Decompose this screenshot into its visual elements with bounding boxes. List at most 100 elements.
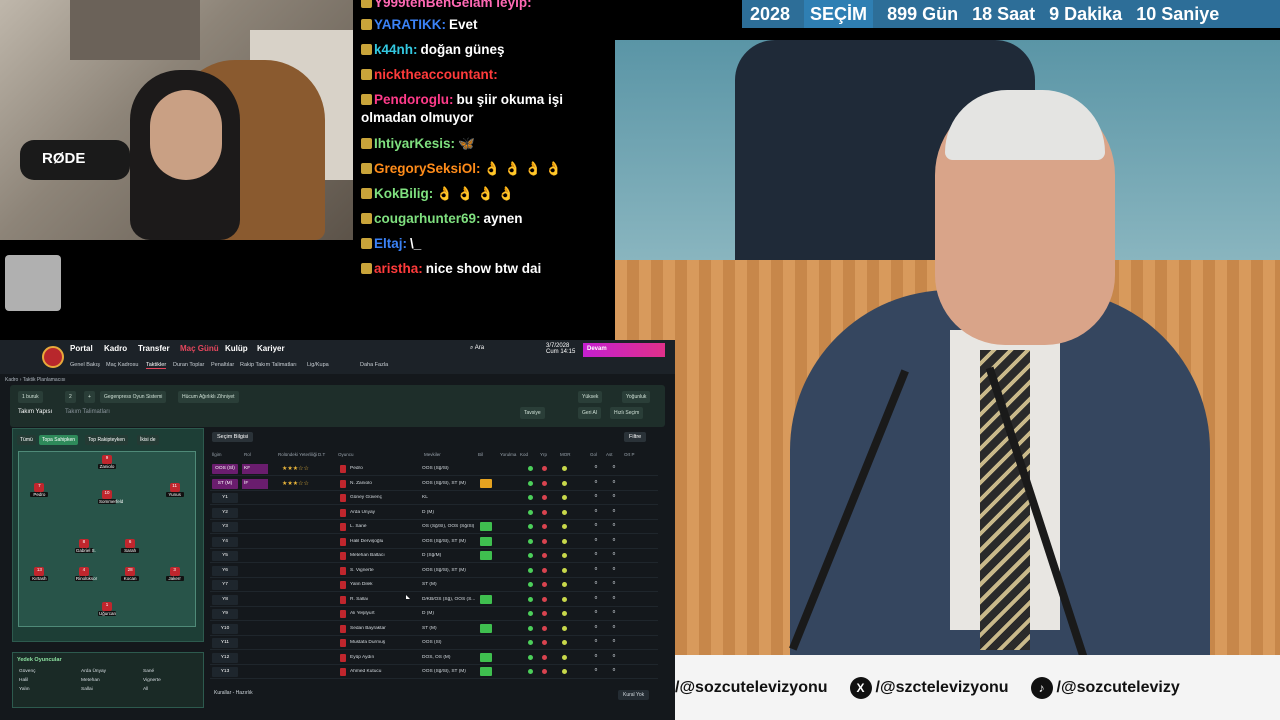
table-row[interactable]: Y4 Halil Dervişoğlu OOS (Sğ/Sl), ST (M) 0 0 [210, 535, 658, 549]
column-header[interactable]: Rol [244, 452, 251, 457]
tactic-pill[interactable]: 2 [65, 391, 76, 403]
table-row[interactable]: Y8 R. Sallai D/KB/OS (Sğ), OOS (S... 0 0 [210, 593, 658, 607]
subnav-item[interactable]: Lig/Kupa [307, 362, 329, 368]
pitch-player[interactable]: 9 Zaniolo [98, 454, 116, 469]
table-row[interactable]: Y6 S. Vignerte OOS (Sğ/Sl), ST (M) 0 0 [210, 564, 658, 578]
table-row[interactable]: Y11 Mustafa Durmuş OOS (Sl) 0 0 [210, 636, 658, 650]
selection-info-button[interactable]: Seçim Bilgisi [212, 432, 254, 442]
pitch-player[interactable]: 10 Sommerfeld [98, 489, 123, 504]
tactic-pill[interactable]: Hücum Ağırlıklı Zihniyet [178, 391, 239, 403]
role-select[interactable] [242, 609, 268, 619]
player-name[interactable]: Pedro [350, 466, 410, 471]
player-name[interactable]: R. Sallai [350, 597, 410, 602]
column-header[interactable]: İlgim [212, 452, 222, 457]
player-name[interactable]: Halil Dervişoğlu [350, 539, 410, 544]
nav-item[interactable]: Kulüp [225, 344, 248, 353]
club-logo-icon[interactable] [42, 346, 64, 368]
role-select[interactable] [242, 638, 268, 648]
tactic-pill[interactable]: Gegenpress Oyun Sistemi [100, 391, 167, 403]
subnav-item[interactable]: Genel Bakış [70, 362, 100, 368]
table-row[interactable]: Y1 Güney Güvenç KL 0 0 [210, 491, 658, 505]
chat-username[interactable]: k44nh: [374, 42, 418, 57]
substitute-item[interactable]: Yalın [19, 687, 30, 692]
substitute-item[interactable]: Metehan [81, 678, 100, 683]
table-row[interactable]: Y7 Yalın Dilek ST (M) 0 0 [210, 578, 658, 592]
tactic-pill[interactable]: Tavsiye [520, 407, 545, 419]
role-select[interactable]: KF [242, 464, 268, 474]
role-select[interactable] [242, 624, 268, 634]
tactic-pill[interactable]: Geri Al [578, 407, 602, 419]
role-select[interactable] [242, 508, 268, 518]
table-row[interactable]: Y3 L. Sané OS (Sğ/Sl), OOS (Sğ/Sl) 0 0 [210, 520, 658, 534]
continue-button[interactable]: Devam [583, 343, 665, 357]
tactic-tab[interactable]: Takım Yapısı [18, 409, 52, 415]
chat-username[interactable]: aristha: [374, 261, 423, 276]
substitute-item[interactable]: Halil [19, 678, 28, 683]
chat-username[interactable]: KokBilig: [374, 186, 433, 201]
player-name[interactable]: Yalın Dilek [350, 582, 410, 587]
tactic-pill[interactable]: Yüksek [578, 391, 603, 403]
role-select[interactable] [242, 551, 268, 561]
substitute-item[interactable]: Güvenç [19, 669, 36, 674]
table-row[interactable]: Y2 Arda Ünyay D (M) 0 0 [210, 506, 658, 520]
formation-tab[interactable]: İkisi de [137, 435, 159, 445]
pitch-player[interactable]: 3 Jakerr [165, 567, 184, 582]
chat-username[interactable]: Eltaj: [374, 236, 407, 251]
role-select[interactable] [242, 653, 268, 663]
role-select[interactable]: İF [242, 478, 268, 489]
chat-username[interactable]: Pendoroglu: [374, 92, 454, 107]
subnav-item[interactable]: Daha Fazla [360, 362, 388, 368]
pitch-player[interactable]: 8 Gabriel S. [74, 539, 96, 553]
pitch-player[interactable]: 28 Kocan [121, 567, 140, 582]
table-row[interactable]: Y12 Eyüp Aydın DOS, OS (M) 0 0 [210, 651, 658, 665]
player-name[interactable]: Ahmed Kutucu [350, 669, 410, 674]
nav-item[interactable]: Kadro [104, 344, 127, 353]
column-header[interactable]: Yorulma [500, 452, 516, 457]
footer-rule-button[interactable]: Kural Yok [618, 690, 650, 700]
player-name[interactable]: Mustafa Durmuş [350, 640, 410, 645]
table-row[interactable]: ST (M) İF ★★★☆☆ N. Zaniolo OOS (Sğ/Sl), ST (… [210, 477, 658, 491]
column-header[interactable]: Mevkiler [424, 452, 441, 457]
subnav-item[interactable]: Maç Kadrosu [106, 362, 138, 368]
subnav-item[interactable]: Penaltılar [211, 362, 234, 368]
player-name[interactable]: L. Sané [350, 524, 410, 529]
substitute-item[interactable]: Arda Ünyay [81, 669, 106, 674]
column-header[interactable]: Ast [606, 452, 613, 457]
player-name[interactable]: Eyüp Aydın [350, 655, 410, 660]
nav-item[interactable]: Kariyer [257, 344, 285, 353]
table-row[interactable]: Y9 Ali Yeşilyurt D (M) 0 0 [210, 607, 658, 621]
tactic-pill[interactable]: + [84, 391, 95, 403]
chat-username[interactable]: cougarhunter69: [374, 211, 481, 226]
formation-tab[interactable]: Tümü [17, 435, 36, 445]
player-name[interactable]: N. Zaniolo [350, 481, 410, 486]
column-header[interactable]: Ort P [624, 452, 635, 457]
pitch-player[interactable]: 6 Sarah [121, 539, 140, 553]
tactic-pill[interactable]: Yoğunluk [622, 391, 651, 403]
pitch-player[interactable]: 13 Kırtash [30, 567, 49, 582]
role-select[interactable] [242, 522, 268, 532]
substitute-item[interactable]: All [143, 687, 148, 692]
nav-item[interactable]: Transfer [138, 344, 170, 353]
player-name[interactable]: Sedan Bayraktar [350, 626, 410, 631]
player-name[interactable]: Metehan Baltacı [350, 553, 410, 558]
role-select[interactable] [242, 667, 268, 677]
chat-username[interactable]: Y999tehBenGelam leyip: [374, 0, 532, 10]
table-row[interactable]: Y13 Ahmed Kutucu OOS (Sğ/Sl), ST (M) 0 0 [210, 665, 658, 679]
substitute-item[interactable]: Sallai [81, 687, 93, 692]
subnav-item[interactable]: Duran Toplar [173, 362, 204, 368]
column-header[interactable]: Oyuncu [338, 452, 354, 457]
chat-username[interactable]: IhtiyarKesis: [374, 136, 455, 151]
role-select[interactable] [242, 580, 268, 590]
role-select[interactable] [242, 566, 268, 576]
pitch-player[interactable]: 1 Uğurcan [98, 602, 116, 617]
chat-username[interactable]: YARATIKK: [374, 17, 446, 32]
tactic-pill[interactable]: Hızlı Seçim [610, 407, 644, 419]
role-select[interactable] [242, 537, 268, 547]
player-name[interactable]: Arda Ünyay [350, 510, 410, 515]
player-name[interactable]: Güney Güvenç [350, 495, 410, 500]
table-row[interactable]: Y5 Metehan Baltacı D (Sğ/M) 0 0 [210, 549, 658, 563]
nav-item[interactable]: Portal [70, 344, 93, 353]
subnav-item[interactable]: Taktikler [146, 362, 167, 369]
subnav-item[interactable]: Rakip Takım Talimatları [240, 362, 297, 368]
table-row[interactable]: Y10 Sedan Bayraktar ST (M) 0 0 [210, 622, 658, 636]
